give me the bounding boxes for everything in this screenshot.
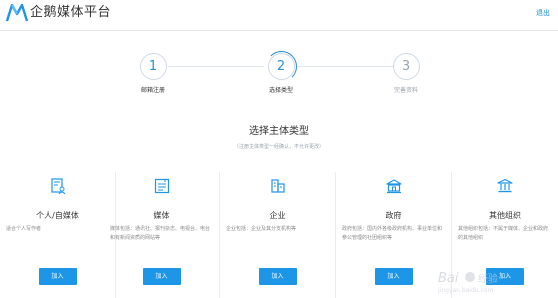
step-number: 3 <box>392 53 420 80</box>
card-personal[interactable]: 个人/自媒体 适合个人写作者 加入 <box>0 172 116 298</box>
join-button[interactable]: 加入 <box>142 268 181 285</box>
page-subtitle: （注册主体类型一经确认，不允许更改） <box>233 144 324 150</box>
join-button[interactable]: 加入 <box>258 268 297 285</box>
card-title: 媒体 <box>153 211 170 220</box>
card-title: 企业 <box>269 211 286 220</box>
card-description: 企业包括：企业及其分支机构等 <box>226 226 297 232</box>
step-label: 选择类型 <box>268 87 293 94</box>
card-title: 其他组织 <box>489 211 521 220</box>
top-bar: 企鹅媒体平台 退出 <box>0 0 558 31</box>
card-title: 政府 <box>385 211 402 220</box>
card-description: 政府包括：国内外各级政府机构、事业单位和参公管理的社团组织等 <box>342 226 443 241</box>
step-number: 2 <box>265 51 297 82</box>
join-button[interactable]: 加入 <box>486 268 524 285</box>
main-content: 1 邮箱注册 2 选择类型 3 完善资料 选择主体类型 （注册主体类型一经确认，… <box>0 31 558 298</box>
brand-name: 企鹅媒体平台 <box>30 5 112 20</box>
join-button[interactable]: 加入 <box>374 268 413 285</box>
institution-icon <box>497 178 513 193</box>
id-card-icon <box>50 178 65 194</box>
newspaper-icon <box>154 178 169 194</box>
card-government[interactable]: 政府 政府包括：国内外各级政府机构、事业单位和参公管理的社团组织等 加入 <box>336 172 452 298</box>
entity-type-cards: 个人/自媒体 适合个人写作者 加入 媒体 媒体包括：通讯社、报刊杂志、电视台、电… <box>0 172 558 298</box>
card-description: 媒体包括：通讯社、报刊杂志、电视台、电台和有新闻资质的网站等 <box>110 226 211 241</box>
step-label: 邮箱注册 <box>140 87 165 94</box>
card-other-org[interactable]: 其他组织 其他组织包括：不属于媒体、企业和政府的其他组织 加入 <box>452 172 558 298</box>
logout-link[interactable]: 退出 <box>536 8 550 18</box>
step-1: 1 邮箱注册 <box>118 53 188 94</box>
step-2: 2 选择类型 <box>246 51 316 94</box>
card-description: 适合个人写作者 <box>6 226 42 232</box>
page-title: 选择主体类型 <box>249 126 309 137</box>
card-enterprise[interactable]: 企业 企业包括：企业及其分支机构等 加入 <box>220 172 336 298</box>
step-label: 完善资料 <box>393 87 418 94</box>
step-number: 1 <box>139 53 167 80</box>
card-title: 个人/自媒体 <box>36 211 79 220</box>
step-3: 3 完善资料 <box>371 53 441 94</box>
join-button[interactable]: 加入 <box>38 268 77 285</box>
government-icon <box>385 179 402 194</box>
logo-icon <box>6 4 28 22</box>
card-media[interactable]: 媒体 媒体包括：通讯社、报刊杂志、电视台、电台和有新闻资质的网站等 加入 <box>104 172 220 298</box>
building-icon <box>270 179 285 193</box>
card-description: 其他组织包括：不属于媒体、企业和政府的其他组织 <box>458 226 549 241</box>
